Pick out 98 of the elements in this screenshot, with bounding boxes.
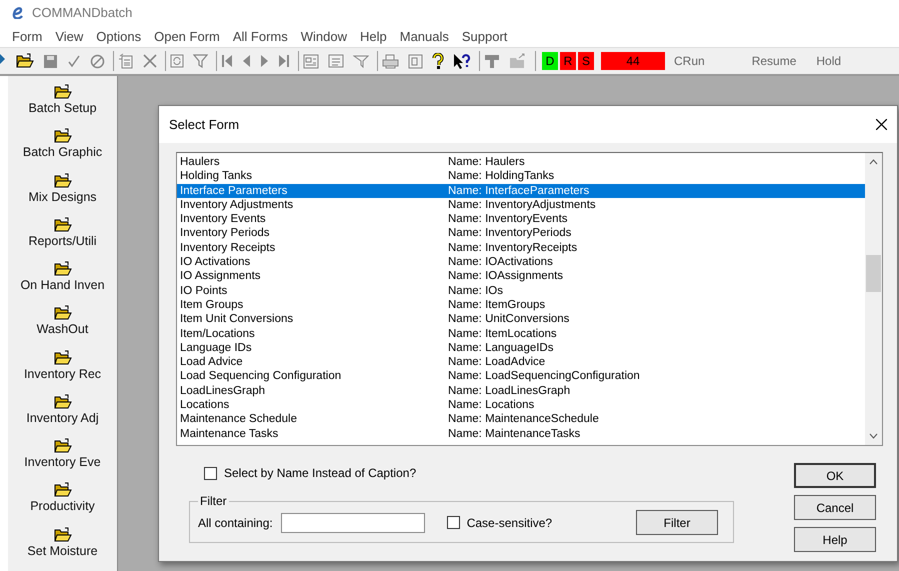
hold-button[interactable]: Hold xyxy=(816,54,842,68)
dialog-button[interactable]: Cancel xyxy=(794,495,876,520)
refresh-icon[interactable] xyxy=(170,54,184,68)
sidebar-item[interactable]: Inventory Adj xyxy=(26,410,99,425)
case-sensitive-checkbox[interactable] xyxy=(446,516,460,529)
first-record-icon[interactable] xyxy=(221,54,233,68)
menu-item[interactable]: Support xyxy=(462,28,514,44)
dialog-button[interactable]: Help xyxy=(794,527,876,552)
check-icon[interactable] xyxy=(67,54,81,68)
folder-icon[interactable] xyxy=(54,305,72,322)
form-list-item[interactable]: IO Assignments Name: IOAssignments xyxy=(177,269,865,284)
sidebar-item[interactable]: Set Moisture xyxy=(27,544,98,558)
scroll-down-icon[interactable] xyxy=(869,433,878,439)
app-logo-icon xyxy=(12,6,24,18)
scroll-up-icon[interactable] xyxy=(869,159,878,165)
stamp-icon[interactable] xyxy=(484,53,500,69)
form-list-item[interactable]: Maintenance Schedule Name: MaintenanceSchedule xyxy=(177,412,865,427)
resume-button[interactable]: Resume xyxy=(752,54,796,68)
form-list-item[interactable]: Item/Locations Name: ItemLocations xyxy=(177,326,865,341)
form-list-item[interactable]: Item Groups Name: ItemGroups xyxy=(177,298,865,312)
folder-icon[interactable] xyxy=(54,216,72,233)
checkbox-label: Select by Name Instead of Caption? xyxy=(224,466,416,480)
form-list-item[interactable]: IO Points Name: IOs xyxy=(177,284,865,298)
form-icon[interactable] xyxy=(303,54,319,68)
form-list-item[interactable]: Inventory Receipts Name: InventoryReceipts xyxy=(177,240,865,256)
folder-icon[interactable] xyxy=(54,128,72,144)
sidebar-item[interactable]: Reports/Utili xyxy=(28,234,97,248)
folder-icon[interactable] xyxy=(54,350,72,366)
new-document-icon[interactable] xyxy=(118,53,134,69)
whats-this-help-icon[interactable] xyxy=(453,52,471,70)
form-list-item[interactable]: Language IDs Name: LanguageIDs xyxy=(177,340,865,356)
close-icon[interactable] xyxy=(876,119,887,130)
open-folder-icon[interactable] xyxy=(16,53,34,69)
folder-icon[interactable] xyxy=(54,438,72,454)
form-list-item[interactable]: Inventory Periods Name: InventoryPeriods xyxy=(177,226,865,241)
form-list-item[interactable]: Inventory Events Name: InventoryEvents xyxy=(177,212,865,226)
field-label: All containing: xyxy=(198,516,273,530)
delete-icon[interactable] xyxy=(143,54,157,68)
dialog-button[interactable]: OK xyxy=(794,463,876,488)
sidebar-item[interactable]: On Hand Inven xyxy=(20,278,105,292)
form-list-item[interactable]: Interface Parameters Name: InterfaceParameters xyxy=(177,184,865,198)
save-icon[interactable] xyxy=(43,54,58,68)
folder-icon[interactable] xyxy=(54,172,72,189)
folder-arrow-icon[interactable] xyxy=(509,53,527,69)
menu-item[interactable]: Help xyxy=(360,28,393,44)
form-list-item[interactable]: LoadLinesGraph Name: LoadLinesGraph xyxy=(177,384,865,398)
sidebar-item[interactable]: Inventory Eve xyxy=(24,455,101,470)
print-preview-icon[interactable] xyxy=(408,54,423,68)
last-record-icon[interactable] xyxy=(278,54,290,68)
sidebar-item[interactable]: Mix Designs xyxy=(28,190,97,204)
run-mode: CRun xyxy=(674,54,705,68)
folder-icon[interactable] xyxy=(54,261,72,278)
folder-icon[interactable] xyxy=(54,84,72,100)
menu-item[interactable]: Window xyxy=(300,28,353,44)
menu-item[interactable]: Form xyxy=(12,28,48,44)
form-list-item[interactable]: Maintenance Tasks Name: MaintenanceTasks xyxy=(177,426,865,441)
filter-input[interactable] xyxy=(280,512,425,532)
printer-icon[interactable] xyxy=(382,54,399,68)
filter-icon[interactable] xyxy=(193,54,208,68)
status-indicator: R xyxy=(560,52,576,70)
help-icon[interactable] xyxy=(432,52,444,70)
group-title: Filter xyxy=(199,494,228,508)
sidebar-item[interactable]: Inventory Rec xyxy=(24,366,102,381)
status-indicator: D xyxy=(542,52,558,70)
form-list-item[interactable]: Inventory Adjustments Name: InventoryAdjustments xyxy=(177,198,865,212)
menu-item[interactable]: Options xyxy=(96,28,148,44)
batch-count: 44 xyxy=(601,52,665,70)
select-by-name-checkbox[interactable] xyxy=(204,466,217,480)
cancel-icon[interactable] xyxy=(90,54,105,68)
sidebar-item[interactable]: Batch Setup xyxy=(28,101,97,115)
pointer-marker-icon xyxy=(0,54,5,64)
form-list-item[interactable]: Load Sequencing Configuration Name: LoadSequencingConfiguration xyxy=(177,369,865,384)
menu-item[interactable]: View xyxy=(55,28,90,44)
next-icon[interactable] xyxy=(260,54,269,68)
scrollbar-thumb[interactable] xyxy=(866,255,881,292)
sidebar-item[interactable]: WashOut xyxy=(36,322,88,336)
form-list-item[interactable]: Holding Tanks Name: HoldingTanks xyxy=(177,169,865,184)
form-list-item[interactable]: Locations Name: Locations xyxy=(177,398,865,412)
folder-icon[interactable] xyxy=(54,482,72,498)
sidebar-item[interactable]: Batch Graphic xyxy=(22,145,102,160)
checkbox-label: Case-sensitive? xyxy=(466,516,552,530)
filter-button[interactable]: Filter xyxy=(636,510,718,535)
form-list-item[interactable]: Haulers Name: Haulers xyxy=(177,155,865,170)
window-title: COMMANDbatch xyxy=(32,5,132,20)
folder-icon[interactable] xyxy=(54,394,72,410)
form-list-item[interactable]: Load Advice Name: LoadAdvice xyxy=(177,355,865,370)
dialog-title: Select Form xyxy=(169,117,240,132)
sidebar-item[interactable]: Productivity xyxy=(30,499,95,514)
status-indicator: S xyxy=(578,52,594,70)
previous-icon[interactable] xyxy=(242,54,251,68)
menu-item[interactable]: Manuals xyxy=(400,28,455,44)
folder-icon[interactable] xyxy=(54,526,72,543)
form-list-item[interactable]: Item Unit Conversions Name: UnitConversions xyxy=(177,312,865,327)
funnel-icon[interactable] xyxy=(353,54,369,68)
menu-item[interactable]: Open Form xyxy=(154,28,226,44)
list-form-icon[interactable] xyxy=(328,54,344,68)
form-list-item[interactable]: IO Activations Name: IOActivations xyxy=(177,255,865,270)
menu-item[interactable]: All Forms xyxy=(232,28,294,44)
